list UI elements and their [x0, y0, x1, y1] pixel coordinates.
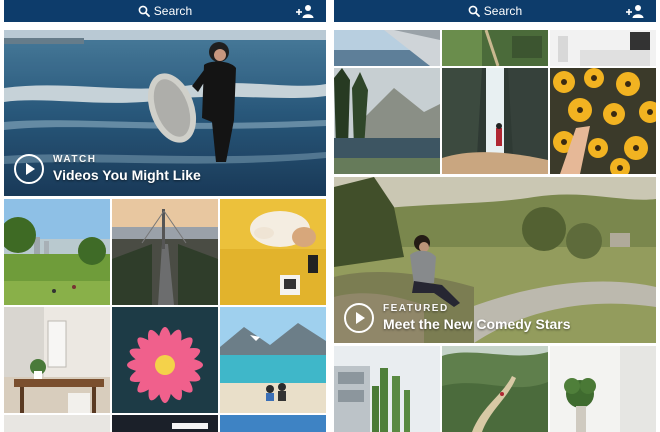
search-label: Search — [483, 4, 523, 18]
grid-photo-bridge[interactable] — [112, 199, 218, 305]
grid-photo-cat[interactable] — [220, 199, 326, 305]
explore-screen-left: Search WATCH Videos You Might Like — [4, 0, 326, 432]
search-icon — [138, 5, 150, 17]
hero-title: Videos You Might Like — [53, 166, 201, 183]
grid-photo-waterfall[interactable] — [442, 68, 548, 174]
add-user-icon[interactable] — [626, 3, 644, 19]
search-label: Search — [153, 4, 193, 18]
play-icon[interactable] — [344, 303, 374, 333]
hero-overlay: WATCH Videos You Might Like — [14, 154, 201, 184]
grid-photo-plant-interior[interactable] — [550, 346, 656, 432]
search-icon — [468, 5, 480, 17]
play-icon[interactable] — [14, 154, 44, 184]
add-user-icon[interactable] — [296, 3, 314, 19]
grid-photo-partial-a[interactable] — [4, 415, 110, 432]
grid-photo-partial-c[interactable] — [220, 415, 326, 432]
search-bar[interactable]: Search — [334, 2, 656, 20]
grid-photo-cactus[interactable] — [334, 346, 440, 432]
featured-title: Meet the New Comedy Stars — [383, 315, 571, 332]
grid-photo-yellow-flowers[interactable] — [550, 68, 656, 174]
grid-photo-forest-lake[interactable] — [334, 68, 440, 174]
featured-overlay: FEATURED Meet the New Comedy Stars — [344, 303, 571, 333]
top-bar: Search — [4, 0, 326, 22]
explore-screen-right: Search FEATURED Meet the New Comedy Star… — [334, 0, 656, 432]
grid-photo-park[interactable] — [4, 199, 110, 305]
grid-photo-aerial-field[interactable] — [442, 30, 548, 66]
hero-video-tile[interactable]: WATCH Videos You Might Like — [4, 30, 326, 196]
grid-photo-pink-flower[interactable] — [112, 307, 218, 413]
top-bar: Search — [334, 0, 656, 22]
grid-photo-dining-room[interactable] — [4, 307, 110, 413]
hero-kicker: WATCH — [53, 154, 97, 166]
featured-kicker: FEATURED — [383, 303, 449, 315]
search-bar[interactable]: Search — [4, 2, 326, 20]
grid-photo-desk[interactable] — [550, 30, 656, 66]
grid-photo-foggy-valley[interactable] — [442, 346, 548, 432]
grid-photo-partial-b[interactable] — [112, 415, 218, 432]
grid-photo-beach[interactable] — [220, 307, 326, 413]
featured-video-tile[interactable]: FEATURED Meet the New Comedy Stars — [334, 177, 656, 343]
grid-photo-airplane-wing[interactable] — [334, 30, 440, 66]
